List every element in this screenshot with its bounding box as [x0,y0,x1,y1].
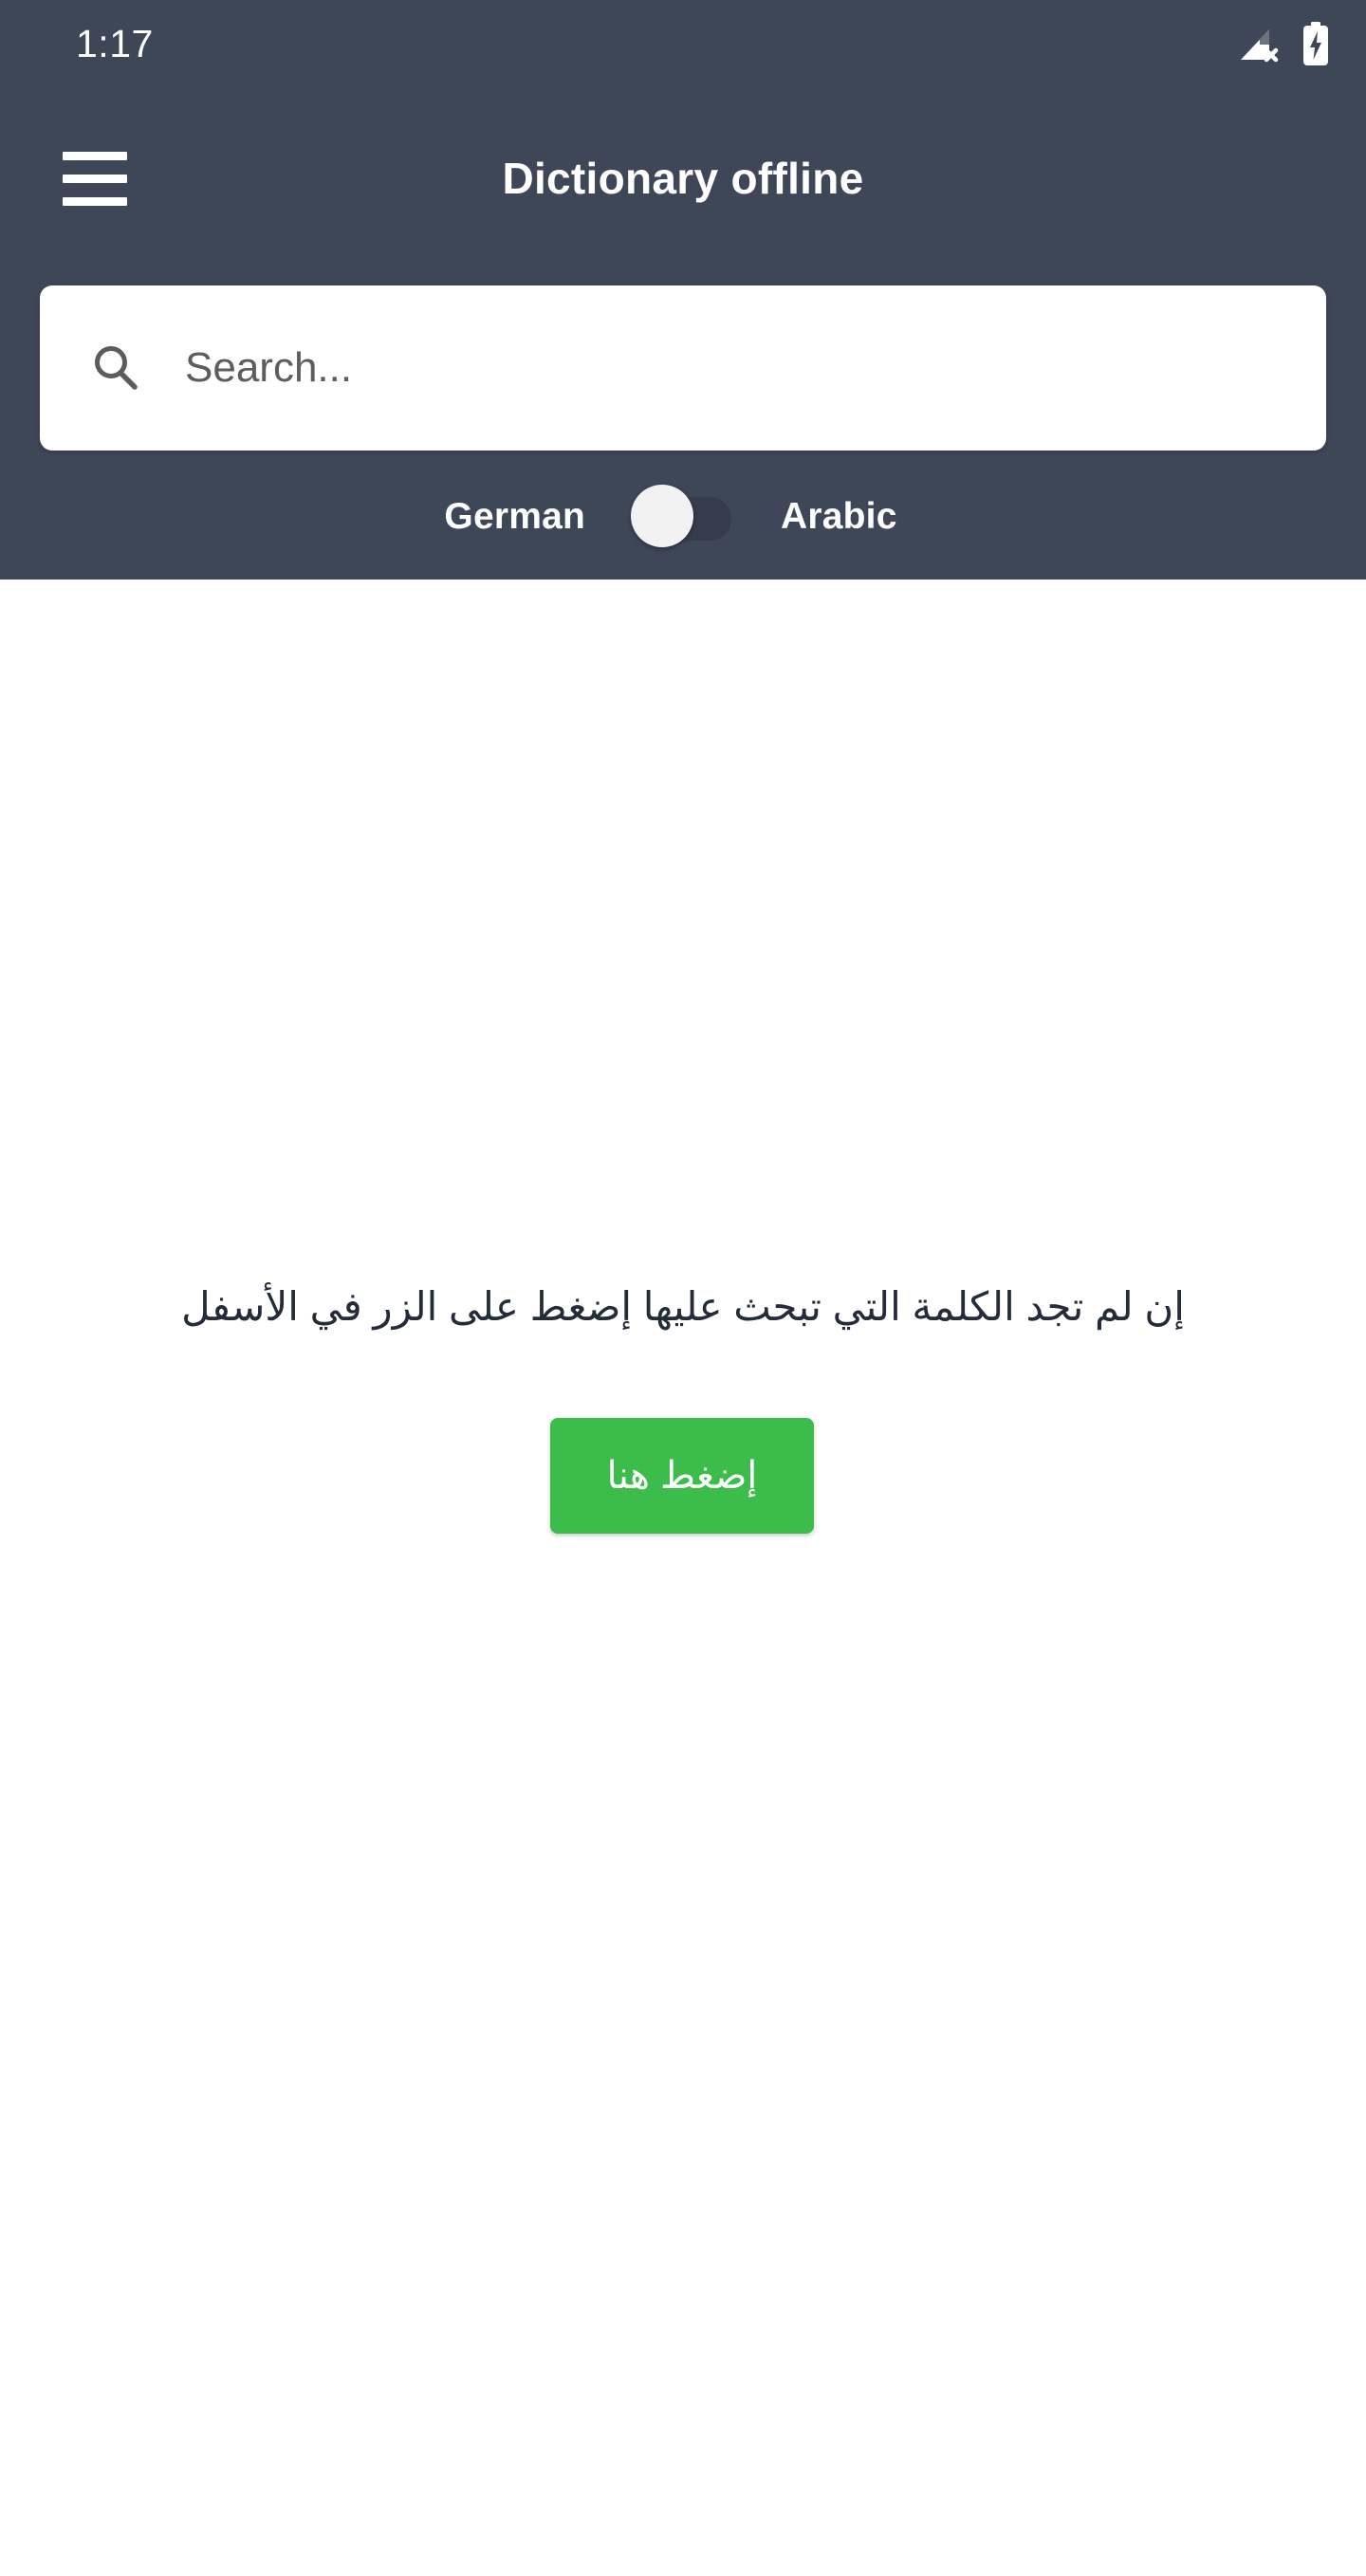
click-here-button[interactable]: إضغط هنا [550,1418,814,1534]
page-title: Dictionary offline [502,154,864,203]
app-root: 1:17 Dictionary offline Search... German… [0,0,1366,2576]
status-bar-clock: 1:17 [76,21,154,65]
menu-bar-bottom [63,196,127,206]
search-icon [95,346,138,390]
language-toggle-row: German Arabic [0,474,1366,560]
menu-bar-top [63,151,127,160]
search-bar[interactable] [40,285,1326,451]
main-content: إن لم تجد الكلمة التي تبحث عليها إضغط عل… [0,580,1366,2576]
battery-charging-icon [1303,22,1328,65]
hamburger-menu-icon[interactable] [42,125,148,231]
language-switch-toggle[interactable] [631,484,735,550]
status-bar: 1:17 [0,0,1366,87]
switch-knob[interactable] [631,485,693,547]
status-bar-icons [1237,22,1330,65]
cellular-signal-off-icon [1241,29,1279,63]
menu-bar-middle [63,174,127,183]
search-input[interactable] [185,285,1326,451]
language-label-target: Arabic [781,496,897,537]
empty-state-message: إن لم تجد الكلمة التي تبحث عليها إضغط عل… [181,1284,1185,1329]
app-header: 1:17 Dictionary offline Search... German… [0,0,1366,580]
language-label-source: German [444,496,585,537]
appbar: Dictionary offline [0,87,1366,269]
